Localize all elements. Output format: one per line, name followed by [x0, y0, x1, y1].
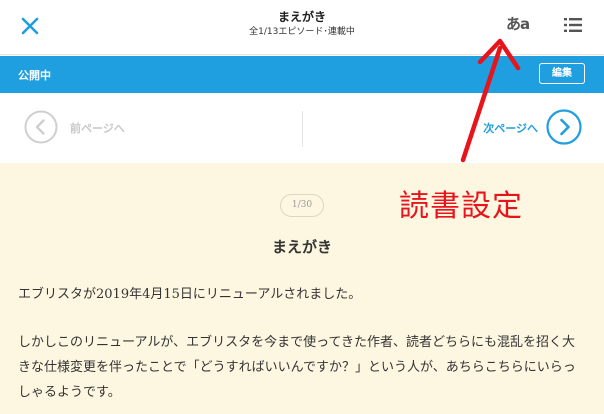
prev-page-label: 前ページへ	[70, 122, 125, 135]
page-indicator: 1/30	[280, 194, 324, 217]
chevron-right-circle-icon	[546, 109, 582, 145]
reading-settings-button[interactable]: あa	[506, 13, 530, 34]
body-paragraph: しかしこのリニューアルが、エブリスタを今まで使ってきた作者、読者どちらにも混乱を…	[18, 335, 576, 400]
annotation-label: 読書設定	[399, 189, 523, 224]
edit-button[interactable]: 編集	[539, 63, 585, 84]
chapter-title: まえがき	[271, 238, 332, 256]
prev-page-button[interactable]: 前ページへ	[24, 110, 154, 144]
list-menu-icon	[564, 18, 582, 32]
top-header: まえがき 全1/13エピソード･連載中 あa	[0, 0, 604, 55]
next-page-button[interactable]: 次ページへ	[460, 109, 582, 145]
chevron-left-circle-icon	[24, 110, 58, 144]
body-paragraph: エブリスタが2019年4月15日にリニューアルされました。	[18, 287, 362, 302]
next-page-label: 次ページへ	[483, 122, 538, 135]
nav-divider	[302, 111, 303, 147]
publication-status-bar: 公開中 編集	[0, 56, 604, 93]
status-label: 公開中	[18, 69, 51, 82]
page-navigation: 前ページへ 次ページへ	[0, 93, 604, 163]
episode-list-button[interactable]	[564, 17, 582, 33]
